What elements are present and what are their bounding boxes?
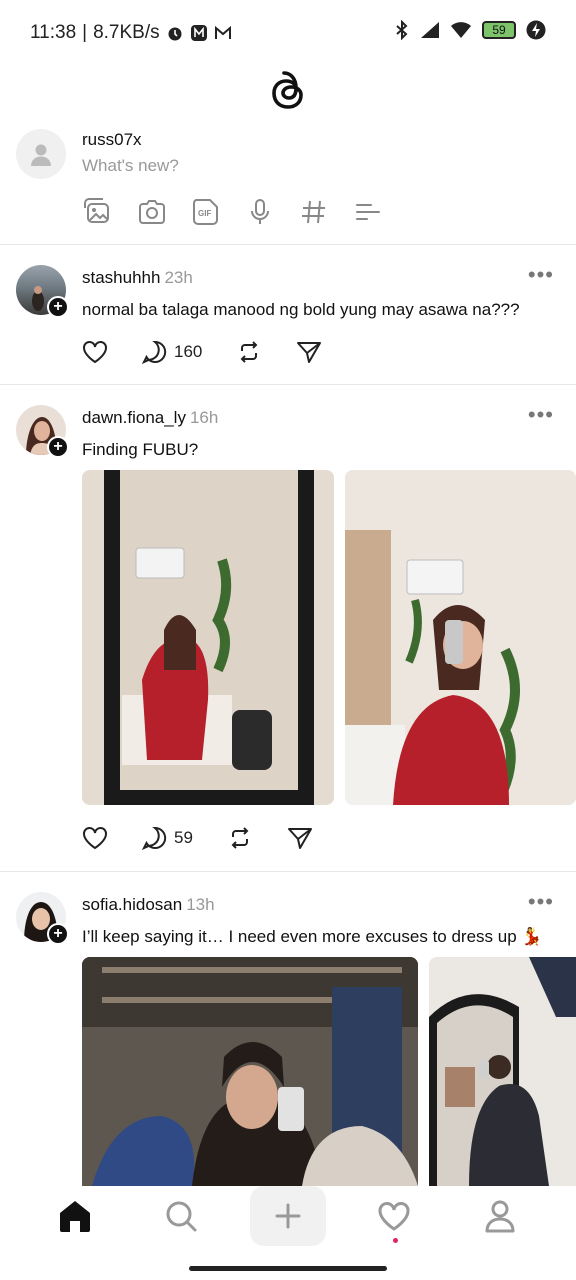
send-icon (297, 342, 322, 363)
status-right: 59 (394, 20, 546, 40)
repost-button[interactable] (236, 340, 262, 364)
status-time: 11:38 (30, 22, 77, 43)
nav-profile[interactable] (462, 1186, 538, 1246)
follow-button[interactable]: + (47, 296, 69, 318)
post-image[interactable] (82, 957, 418, 1186)
threads-logo-icon[interactable] (266, 68, 310, 116)
search-icon (166, 1201, 197, 1232)
notification-dot (393, 1238, 398, 1243)
battery-indicator: 59 (482, 21, 516, 39)
svg-text:GIF: GIF (198, 209, 211, 218)
more-options-icon[interactable]: ••• (528, 262, 554, 288)
post-actions: 160 (82, 340, 356, 364)
reply-button[interactable]: 59 (142, 826, 193, 850)
new-thread-composer[interactable]: russ07x What's new? GIF (0, 120, 576, 244)
post-actions: 59 (82, 826, 347, 850)
my-avatar[interactable] (16, 129, 66, 179)
post-username[interactable]: stashuhhh 23h (82, 268, 193, 288)
post-image[interactable] (429, 957, 576, 1186)
send-icon (287, 828, 312, 849)
post-text: I’ll keep saying it… I need even more ex… (82, 927, 543, 946)
like-button[interactable] (82, 340, 108, 364)
reply-button[interactable]: 160 (142, 340, 202, 364)
more-options-icon[interactable]: ••• (528, 889, 554, 915)
repost-icon (231, 827, 249, 849)
alarm-icon (168, 27, 182, 41)
thread-post[interactable]: + dawn.fiona_ly 16h ••• Finding FUBU? 59 (0, 384, 576, 871)
like-button[interactable] (82, 826, 108, 850)
share-button[interactable] (287, 826, 313, 850)
more-options-icon[interactable]: ••• (528, 402, 554, 428)
share-button[interactable] (296, 340, 322, 364)
bottom-navigation (0, 1186, 576, 1250)
reply-count: 59 (174, 828, 193, 847)
nav-search[interactable] (143, 1186, 219, 1246)
post-text: normal ba talaga manood ng bold yung may… (82, 300, 520, 319)
post-username[interactable]: sofia.hidosan 13h (82, 895, 215, 915)
nav-create[interactable] (250, 1186, 326, 1246)
heart-icon (83, 827, 107, 850)
gmail-icon (214, 25, 231, 39)
comment-icon (142, 826, 167, 850)
camera-icon[interactable] (136, 196, 168, 228)
status-left: 11:38 | 8.7KB/s (30, 22, 232, 44)
follow-button[interactable]: + (47, 436, 69, 458)
nav-home[interactable] (37, 1186, 113, 1246)
gallery-icon[interactable] (82, 196, 114, 228)
post-time: 13h (186, 895, 215, 914)
network-speed: 8.7KB/s (93, 22, 160, 43)
repost-icon (240, 341, 258, 363)
thread-post[interactable]: + stashuhhh 23h ••• normal ba talaga mano… (0, 244, 576, 384)
composer-username: russ07x (82, 130, 142, 149)
microphone-icon[interactable] (244, 196, 276, 228)
wifi-icon (451, 22, 471, 38)
post-time: 23h (164, 268, 193, 287)
charging-icon (526, 20, 546, 40)
status-bar: 11:38 | 8.7KB/s 59 (0, 0, 576, 64)
poll-icon[interactable] (352, 196, 384, 228)
post-image[interactable] (82, 470, 334, 805)
create-icon (275, 1203, 301, 1229)
post-username[interactable]: dawn.fiona_ly 16h (82, 408, 218, 428)
post-image[interactable] (345, 470, 576, 805)
reply-count: 160 (174, 342, 203, 361)
composer-tools: GIF (82, 196, 384, 228)
hashtag-icon[interactable] (298, 196, 330, 228)
heart-icon (83, 341, 107, 364)
repost-button[interactable] (227, 826, 253, 850)
thread-post[interactable]: + sofia.hidosan 13h ••• I’ll keep saying … (0, 871, 576, 1186)
gif-icon[interactable]: GIF (190, 196, 222, 228)
profile-icon (485, 1200, 515, 1233)
battery-level: 59 (492, 23, 506, 37)
composer-input[interactable]: What's new? (82, 156, 179, 176)
comment-icon (142, 340, 167, 364)
app-notification-icon (190, 25, 207, 41)
bluetooth-icon (396, 20, 408, 40)
post-time: 16h (189, 408, 219, 427)
default-avatar-icon (31, 144, 51, 166)
nav-activity[interactable] (356, 1186, 432, 1246)
signal-icon (421, 22, 439, 38)
follow-button[interactable]: + (47, 923, 69, 945)
home-icon (60, 1201, 90, 1232)
post-text: Finding FUBU? (82, 440, 199, 459)
home-indicator (189, 1266, 387, 1271)
activity-icon (378, 1202, 410, 1231)
